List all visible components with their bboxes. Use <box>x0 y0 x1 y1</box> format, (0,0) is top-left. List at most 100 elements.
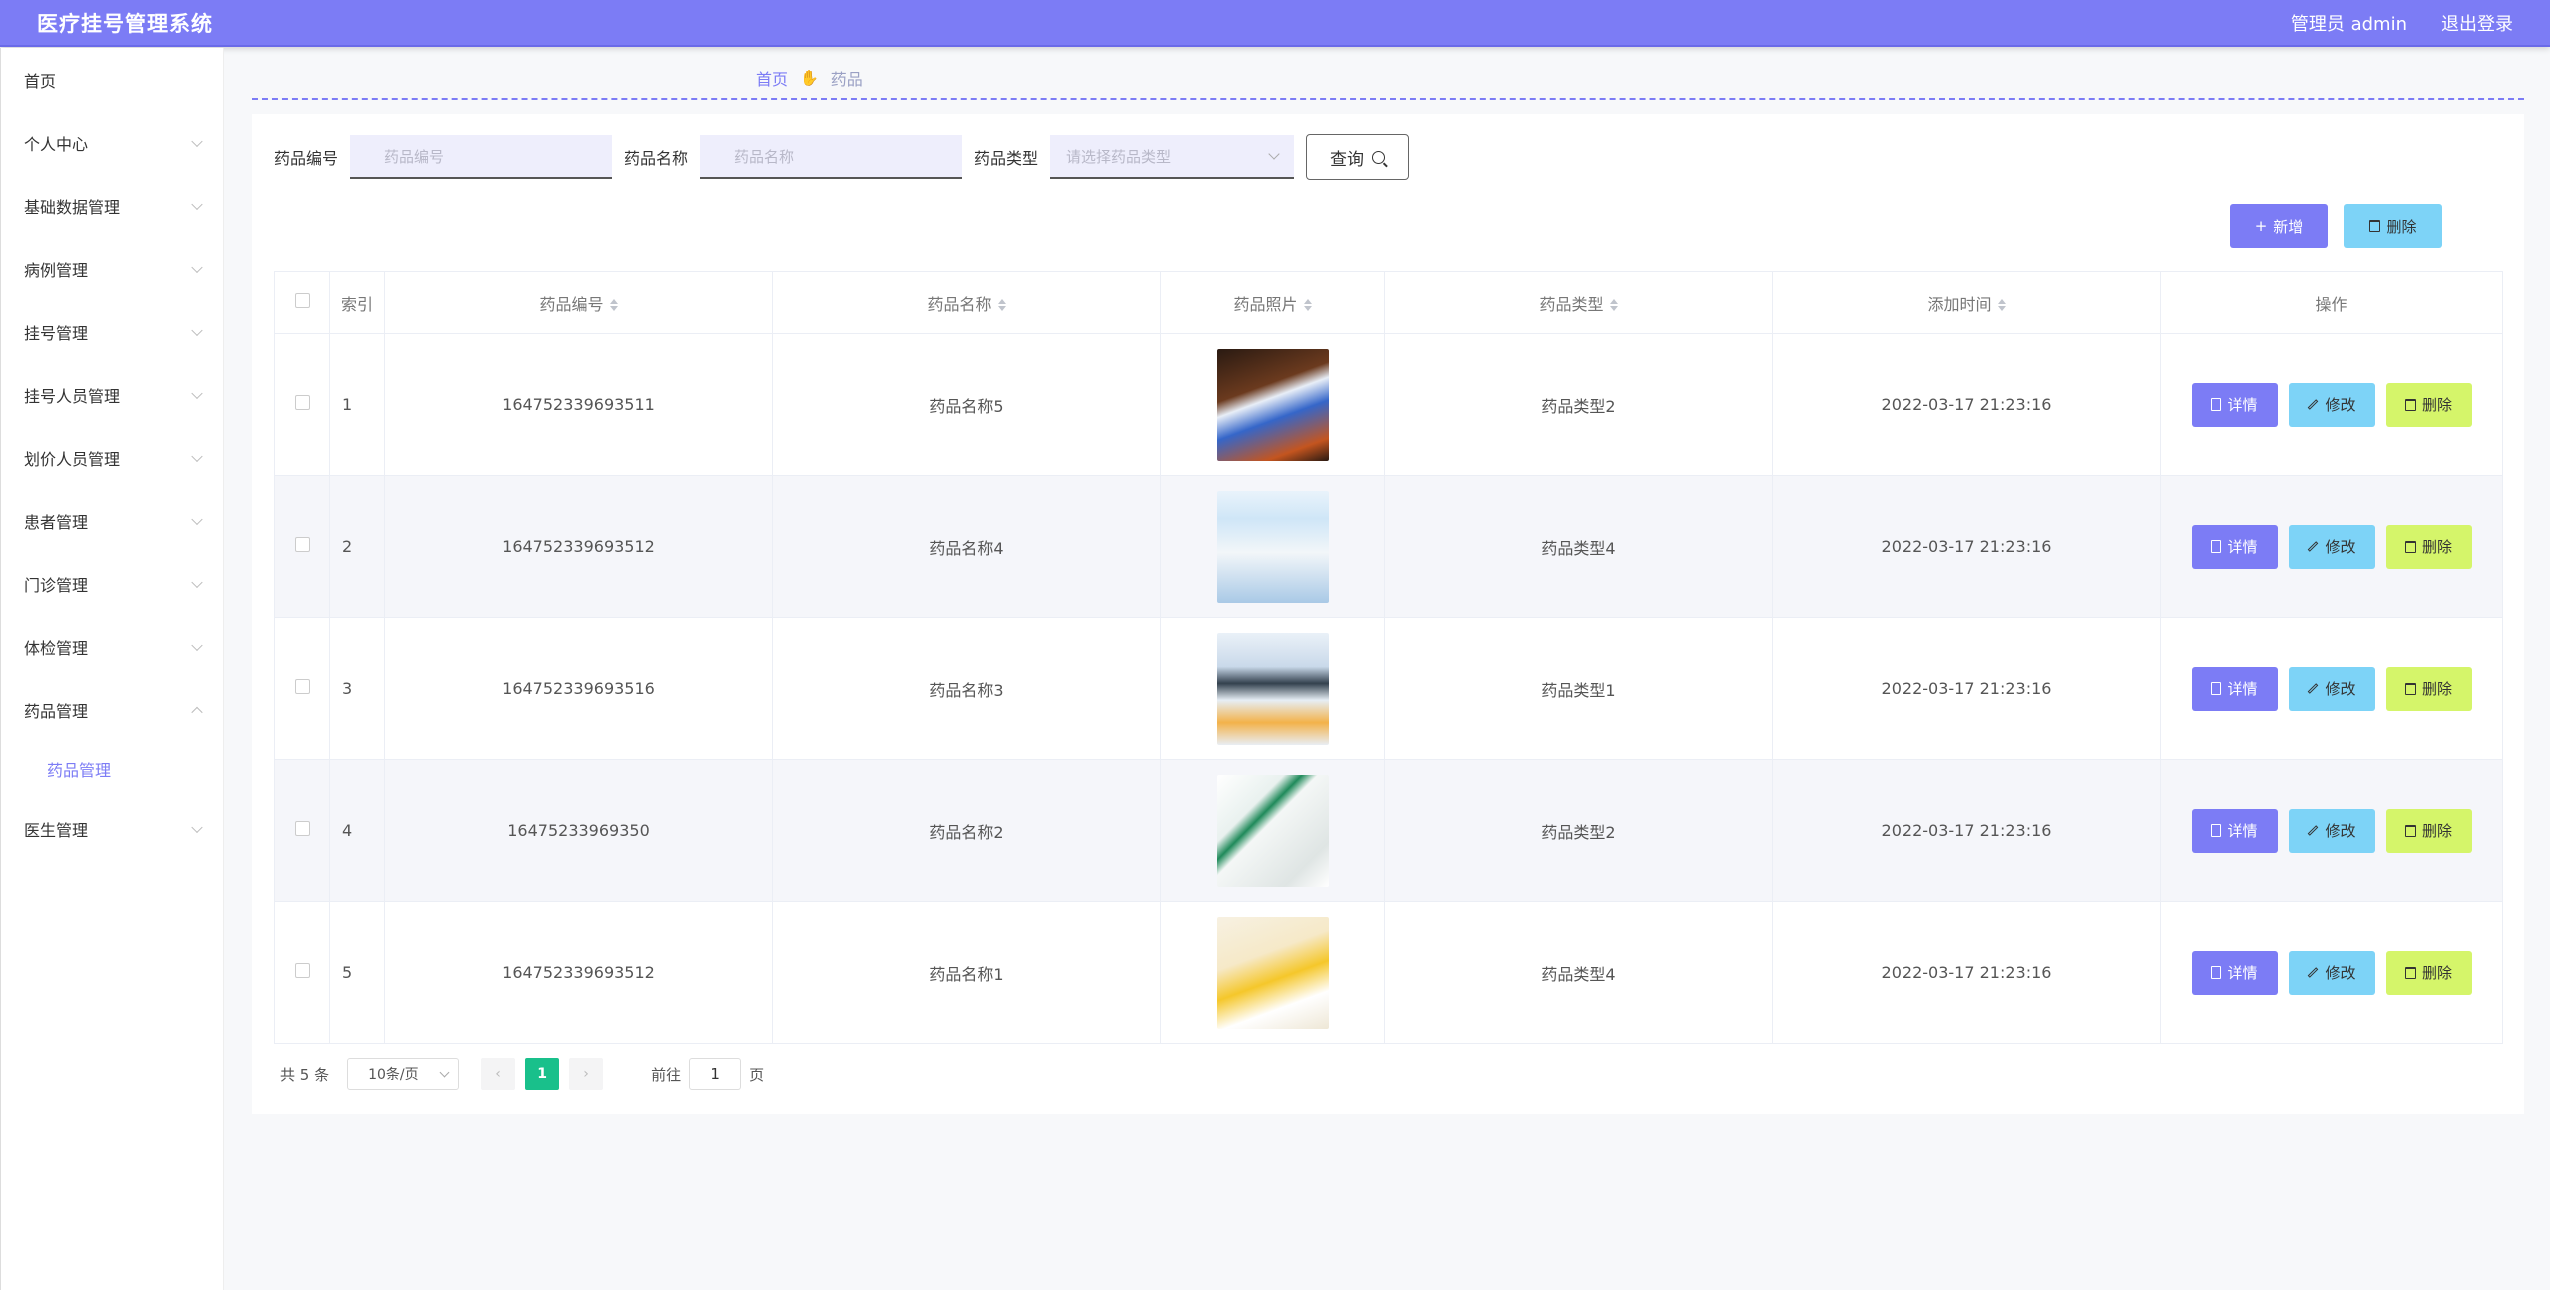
delete-button[interactable]: 删除 <box>2385 382 2472 427</box>
code-input[interactable]: 药品编号 <box>350 135 613 179</box>
sidebar-item-doctors[interactable]: 医生管理 <box>1 797 223 860</box>
row-checkbox[interactable] <box>294 395 310 410</box>
row-type: 药品类型4 <box>1384 475 1773 618</box>
table-row: 3 164752339693516 药品名称3 药品类型1 2022-03-17… <box>274 617 2503 760</box>
breadcrumb-current: 药品 <box>830 70 863 89</box>
edit-icon <box>2308 683 2319 694</box>
delete-button[interactable]: 删除 <box>2385 666 2472 711</box>
herbal-package-photo[interactable] <box>1216 916 1329 1029</box>
delete-button[interactable]: 删除 <box>2385 524 2472 569</box>
edit-button[interactable]: 修改 <box>2288 950 2375 995</box>
goto-suffix: 页 <box>749 1065 765 1084</box>
next-page-button[interactable]: › <box>569 1058 604 1090</box>
row-time: 2022-03-17 21:23:16 <box>1772 617 2161 760</box>
sort-icon[interactable] <box>1610 299 1618 311</box>
sort-icon[interactable] <box>1304 299 1312 311</box>
pill-box-photo[interactable] <box>1216 774 1329 887</box>
detail-button[interactable]: 详情 <box>2191 808 2278 853</box>
sidebar-item-pricers[interactable]: 划价人员管理 <box>1 426 223 489</box>
query-button[interactable]: 查询 <box>1306 134 1410 180</box>
add-button[interactable]: + 新增 <box>2230 204 2328 248</box>
detail-button[interactable]: 详情 <box>2191 524 2278 569</box>
trash-icon <box>2369 220 2381 232</box>
sidebar-item-registrars[interactable]: 挂号人员管理 <box>1 363 223 426</box>
medicine-table: 索引 药品编号 药品名称 药品照片 药品类型 添加时间 操作 1 1647523… <box>274 271 2503 1044</box>
document-icon <box>2211 966 2222 979</box>
sidebar-item-medicine[interactable]: 药品管理 <box>1 678 223 741</box>
sort-icon[interactable] <box>610 299 618 311</box>
header-type[interactable]: 药品类型 <box>1384 271 1773 334</box>
name-input[interactable]: 药品名称 <box>700 135 963 179</box>
header-time[interactable]: 添加时间 <box>1772 271 2161 334</box>
document-icon <box>2211 540 2222 553</box>
add-button-label: 新增 <box>2273 217 2304 236</box>
sidebar-item-cases[interactable]: 病例管理 <box>1 237 223 300</box>
table-header-row: 索引 药品编号 药品名称 药品照片 药品类型 添加时间 操作 <box>274 271 2503 334</box>
delete-button[interactable]: 删除 <box>2385 950 2472 995</box>
detail-label: 详情 <box>2227 538 2258 556</box>
sidebar-item-checkup[interactable]: 体检管理 <box>1 615 223 678</box>
row-checkbox[interactable] <box>294 821 310 836</box>
sidebar-item-patients[interactable]: 患者管理 <box>1 489 223 552</box>
supplement-bottle-photo[interactable] <box>1216 490 1329 603</box>
document-icon <box>2211 398 2222 411</box>
edit-button[interactable]: 修改 <box>2288 808 2375 853</box>
sidebar-item-label: 挂号管理 <box>24 323 89 343</box>
row-checkbox[interactable] <box>294 537 310 552</box>
edit-icon <box>2308 399 2319 410</box>
edit-icon <box>2308 967 2319 978</box>
page-size-select[interactable]: 10条/页 <box>347 1058 460 1090</box>
page-number-button[interactable]: 1 <box>525 1058 560 1090</box>
trash-icon <box>2404 966 2416 979</box>
pagination: 共 5 条 10条/页 ‹ 1 › 前往 1 页 <box>280 1058 764 1090</box>
delete-button-label: 删除 <box>2386 217 2417 236</box>
row-photo-cell <box>1160 759 1385 902</box>
chevron-down-icon <box>191 450 203 462</box>
chevron-down-icon <box>1268 148 1280 160</box>
chevron-down-icon <box>439 1067 450 1077</box>
row-name: 药品名称1 <box>772 901 1161 1044</box>
breadcrumb-home[interactable]: 首页 <box>756 66 788 90</box>
chevron-down-icon <box>191 387 203 399</box>
row-name: 药品名称2 <box>772 759 1161 902</box>
sidebar-item-outpatient[interactable]: 门诊管理 <box>1 552 223 615</box>
capsule-bottles-photo[interactable] <box>1216 632 1329 745</box>
edit-button[interactable]: 修改 <box>2288 382 2375 427</box>
sidebar-item-registration[interactable]: 挂号管理 <box>1 300 223 363</box>
row-checkbox[interactable] <box>294 963 310 978</box>
sort-icon[interactable] <box>998 299 1006 311</box>
logout-link[interactable]: 退出登录 <box>2441 10 2513 36</box>
edit-button[interactable]: 修改 <box>2288 666 2375 711</box>
chevron-down-icon <box>191 513 203 525</box>
sidebar-item-label: 药品管理 <box>24 701 89 721</box>
batch-delete-button[interactable]: 删除 <box>2344 204 2442 248</box>
edit-button[interactable]: 修改 <box>2288 524 2375 569</box>
prev-page-button[interactable]: ‹ <box>481 1058 516 1090</box>
detail-button[interactable]: 详情 <box>2191 382 2278 427</box>
detail-label: 详情 <box>2227 822 2258 840</box>
sidebar-subitem-medicine-management[interactable]: 药品管理 <box>1 741 223 797</box>
medicine-box-photo[interactable] <box>1216 348 1329 461</box>
row-index: 1 <box>329 333 385 476</box>
header-name[interactable]: 药品名称 <box>772 271 1161 334</box>
row-time: 2022-03-17 21:23:16 <box>1772 759 2161 902</box>
header-photo[interactable]: 药品照片 <box>1160 271 1385 334</box>
detail-button[interactable]: 详情 <box>2191 950 2278 995</box>
delete-button[interactable]: 删除 <box>2385 808 2472 853</box>
row-time: 2022-03-17 21:23:16 <box>1772 475 2161 618</box>
row-code: 164752339693511 <box>384 333 773 476</box>
sort-icon[interactable] <box>1998 299 2006 311</box>
detail-button[interactable]: 详情 <box>2191 666 2278 711</box>
select-all-checkbox[interactable] <box>294 293 310 308</box>
trash-icon <box>2404 398 2416 411</box>
sidebar-item-home[interactable]: 首页 <box>1 48 223 111</box>
sidebar-item-personal-center[interactable]: 个人中心 <box>1 111 223 174</box>
sidebar-item-basic-data[interactable]: 基础数据管理 <box>1 174 223 237</box>
goto-page-input[interactable]: 1 <box>689 1058 742 1090</box>
type-select[interactable]: 请选择药品类型 <box>1050 135 1295 179</box>
row-type: 药品类型4 <box>1384 901 1773 1044</box>
name-label: 药品名称 <box>624 149 689 168</box>
row-checkbox[interactable] <box>294 679 310 694</box>
type-select-placeholder: 请选择药品类型 <box>1066 147 1172 166</box>
header-code[interactable]: 药品编号 <box>384 271 773 334</box>
